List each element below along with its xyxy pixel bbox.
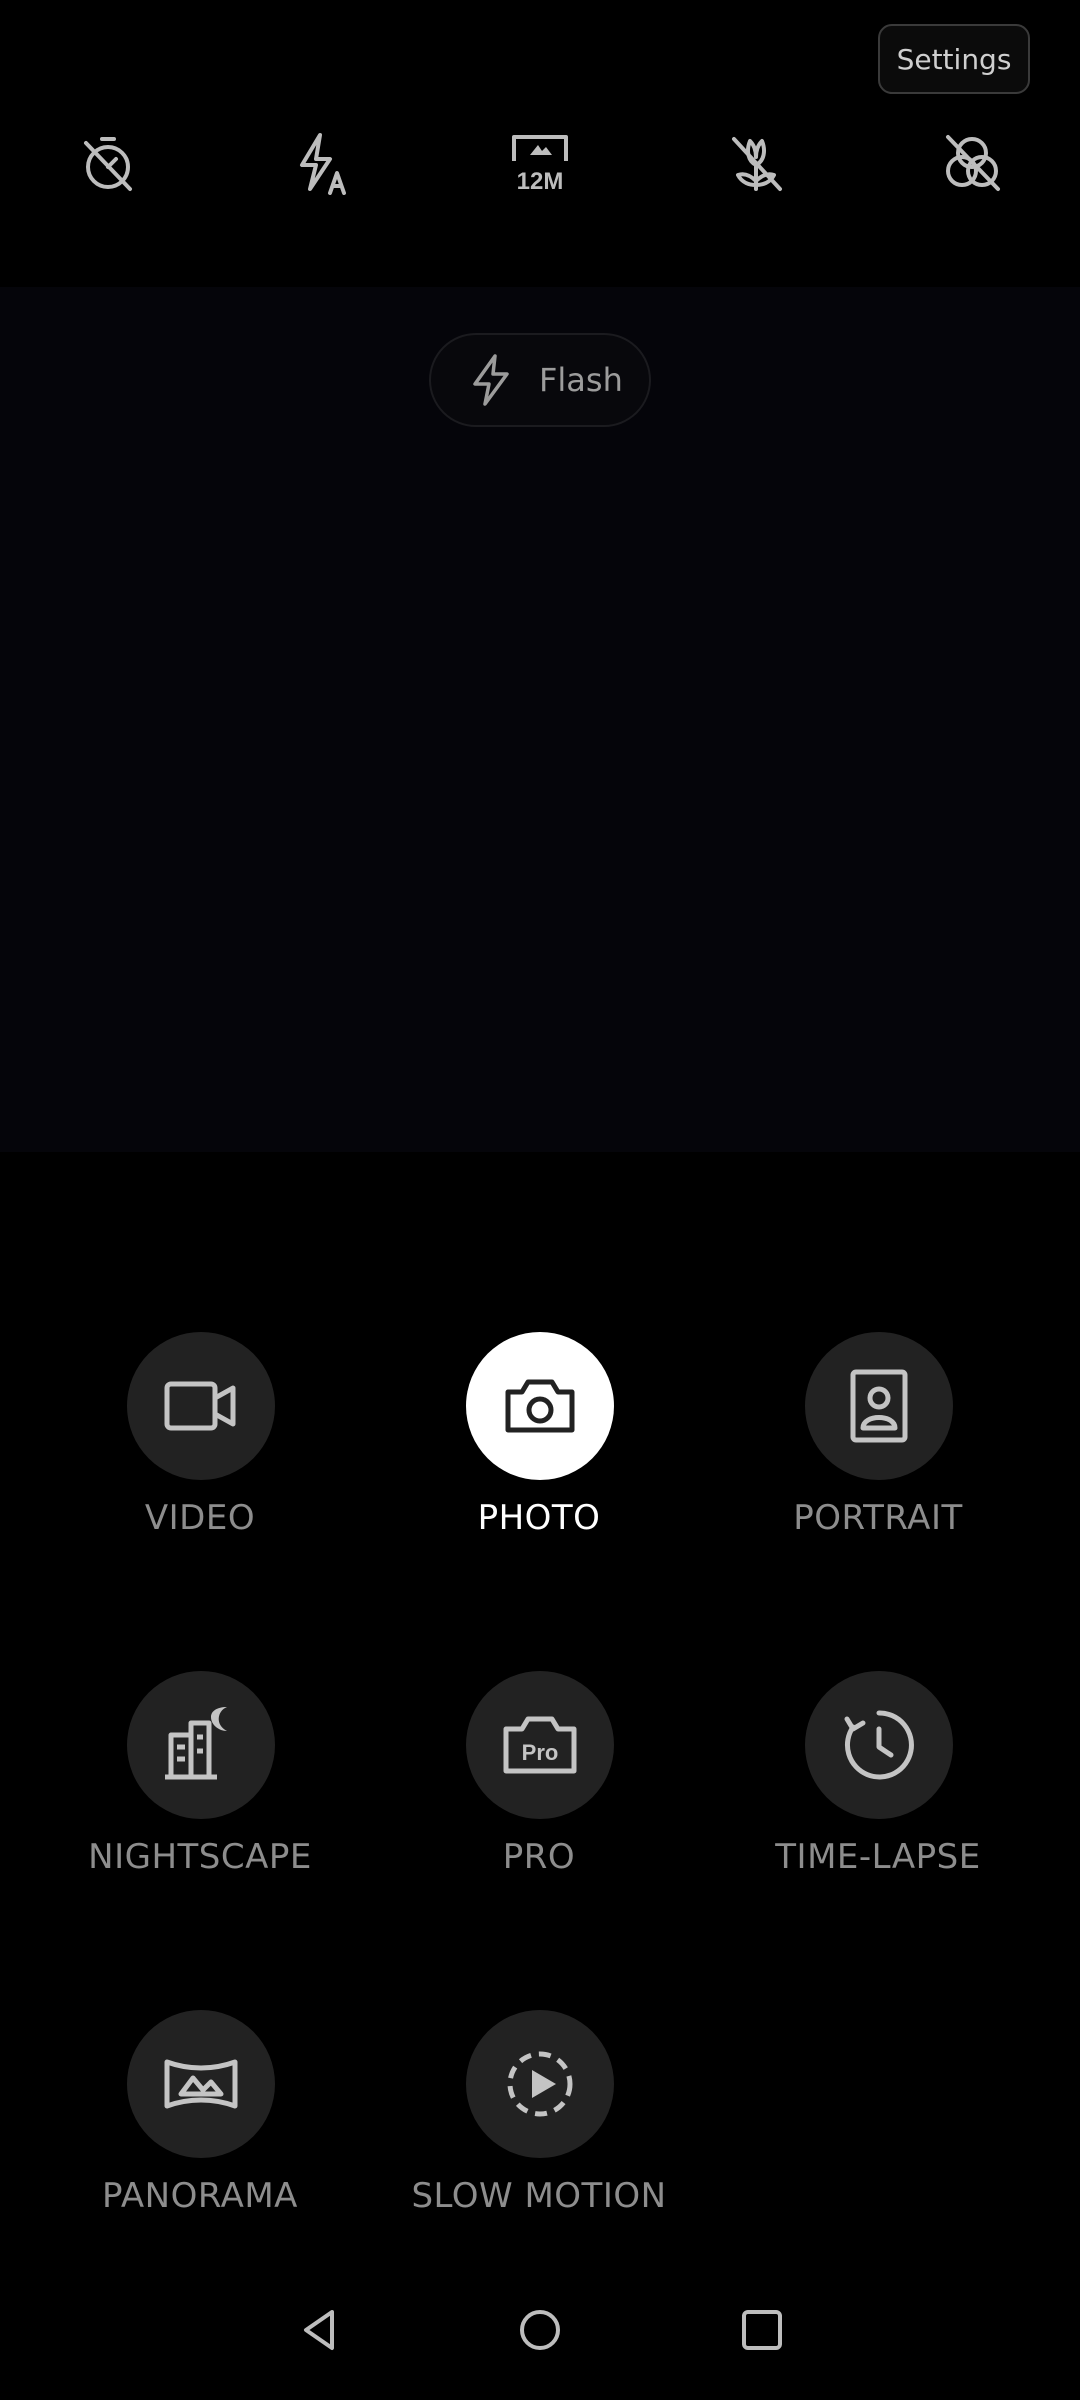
svg-text:Pro: Pro (522, 1740, 559, 1765)
back-button[interactable] (290, 2300, 350, 2360)
resolution-12m-icon[interactable]: 12M (500, 130, 580, 196)
mode-time-lapse-label: TIME-LAPSE (775, 1837, 981, 1877)
mode-panorama-label: PANORAMA (102, 2176, 298, 2216)
camera-icon (505, 1379, 575, 1433)
recents-icon (742, 2310, 782, 2350)
mode-pro-button[interactable]: Pro (466, 1671, 614, 1819)
mode-portrait-label: PORTRAIT (793, 1498, 963, 1538)
flash-auto-icon[interactable] (282, 130, 362, 196)
pro-camera-icon: Pro (503, 1716, 577, 1774)
home-icon (520, 2310, 560, 2350)
mode-panorama-button[interactable] (127, 2010, 275, 2158)
nightscape-icon (165, 1707, 227, 1780)
filter-off-icon[interactable] (932, 130, 1012, 196)
timer-off-icon[interactable] (68, 130, 148, 196)
flash-hint-label: Flash (539, 361, 623, 399)
resolution-text: 12M (517, 168, 564, 195)
mode-photo-label: PHOTO (477, 1498, 601, 1538)
back-icon (304, 2310, 334, 2350)
mode-slow-motion-label: SLOW MOTION (411, 2176, 667, 2216)
mode-time-lapse-button[interactable] (805, 1671, 953, 1819)
mode-nightscape-label: NIGHTSCAPE (88, 1837, 312, 1877)
home-button[interactable] (510, 2300, 570, 2360)
mode-slow-motion-button[interactable] (466, 2010, 614, 2158)
time-lapse-icon (844, 1710, 914, 1780)
mode-pro-label: PRO (502, 1837, 576, 1877)
mode-photo-button[interactable] (466, 1332, 614, 1480)
mode-nightscape-button[interactable] (127, 1671, 275, 1819)
mode-portrait-button[interactable] (805, 1332, 953, 1480)
macro-off-icon[interactable] (716, 130, 796, 196)
flash-icon (473, 354, 509, 406)
mode-video-label: VIDEO (144, 1498, 256, 1538)
mode-video-button[interactable] (127, 1332, 275, 1480)
settings-button[interactable]: Settings (878, 24, 1030, 94)
recents-button[interactable] (732, 2300, 792, 2360)
video-camera-icon (164, 1381, 236, 1431)
flash-hint-pill[interactable]: Flash (429, 333, 651, 427)
portrait-icon (850, 1369, 908, 1443)
panorama-icon (164, 2059, 238, 2109)
slow-motion-icon (507, 2051, 573, 2117)
